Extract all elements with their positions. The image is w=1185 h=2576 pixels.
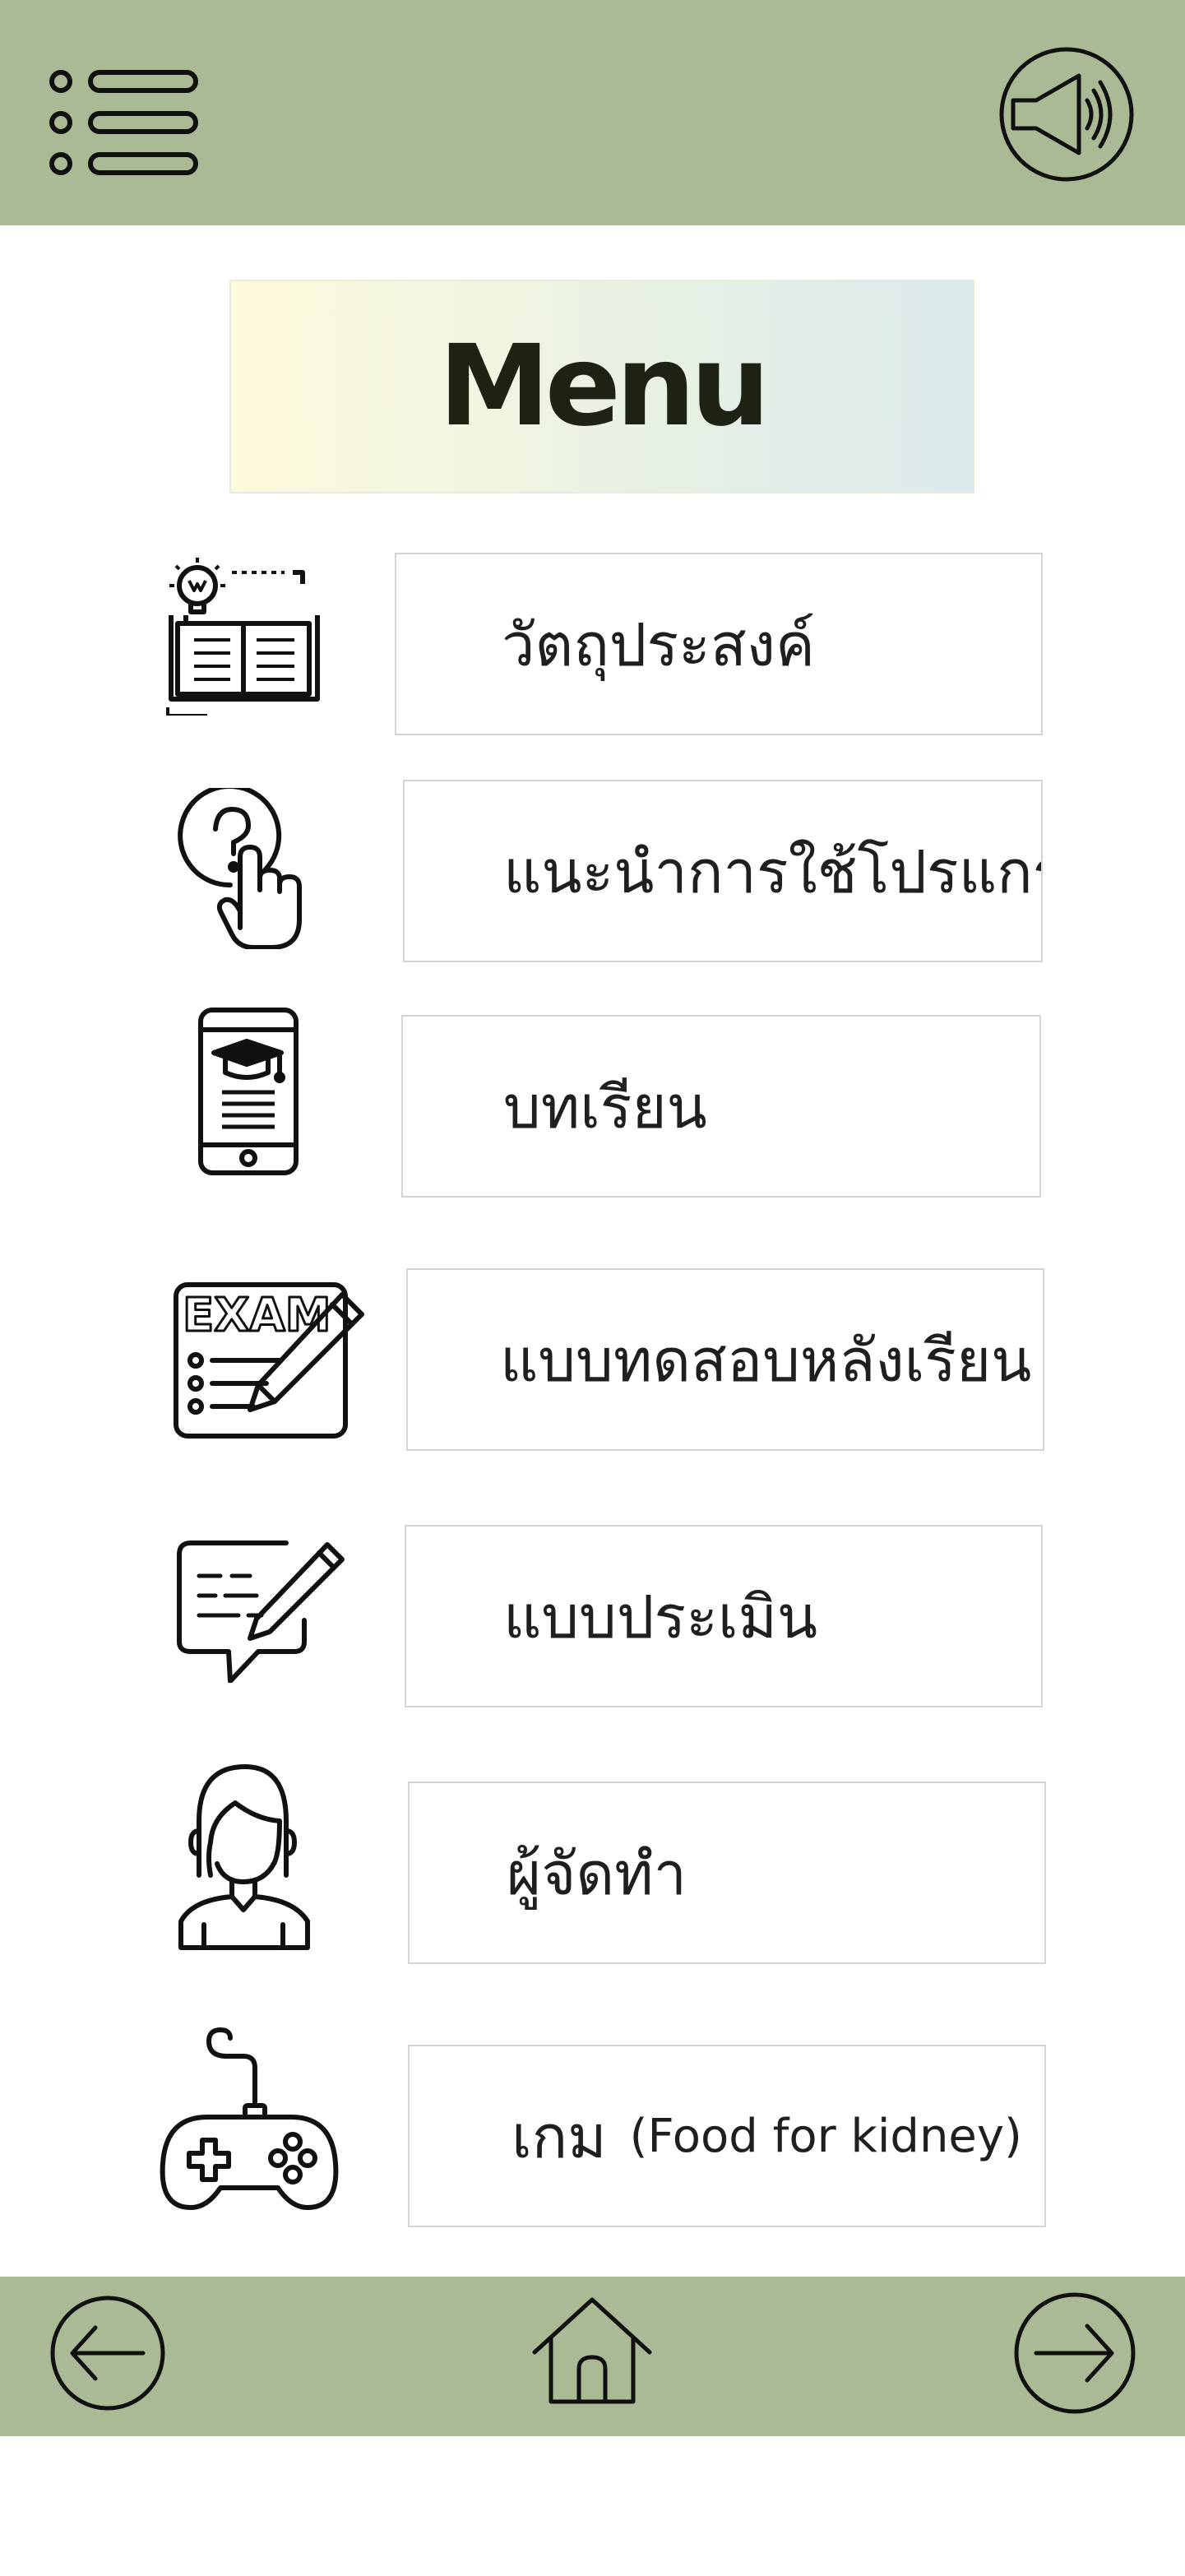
mobile-lesson-icon <box>197 1007 299 1176</box>
menu-item-label: บทเรียน <box>503 1072 707 1142</box>
menu-item-program-guide[interactable]: แนะนำการใช้โปรแกรม <box>403 780 1043 962</box>
objectives-book-icon <box>161 551 327 716</box>
menu-item-objectives[interactable]: วัตถุประสงค์ <box>395 553 1043 735</box>
menu-item-post-test[interactable]: แบบทดสอบหลังเรียน <box>406 1268 1044 1451</box>
menu-item-label: แนะนำการใช้โปรแกรม <box>503 836 1041 906</box>
game-controller-icon <box>158 2027 340 2212</box>
menu-item-sublabel: (Food for kidney) <box>629 2109 1022 2163</box>
menu-item-creators[interactable]: ผู้จัดทำ <box>408 1781 1046 1964</box>
title-panel: Menu <box>229 280 974 493</box>
menu-item-label: เกม <box>511 2101 607 2171</box>
home-icon[interactable] <box>531 2296 653 2405</box>
menu-item-label: แบบทดสอบหลังเรียน <box>500 1325 1032 1395</box>
exam-icon: EXAM <box>171 1280 372 1441</box>
page-title: Menu <box>438 322 770 452</box>
arrow-left-circle-icon[interactable] <box>49 2295 166 2412</box>
menu-item-label: แบบประเมิน <box>503 1582 818 1652</box>
menu-item-label: ผู้จัดทำ <box>507 1838 687 1908</box>
menu-item-game[interactable]: เกม (Food for kidney) <box>408 2045 1046 2227</box>
menu-item-lessons[interactable]: บทเรียน <box>401 1015 1041 1198</box>
arrow-right-circle-icon[interactable] <box>1013 2291 1136 2415</box>
feedback-pencil-icon <box>171 1538 347 1683</box>
svg-text:EXAM: EXAM <box>183 1289 331 1342</box>
help-question-hand-icon <box>178 788 309 949</box>
speaker-icon[interactable] <box>998 46 1135 183</box>
menu-item-evaluation[interactable]: แบบประเมิน <box>405 1525 1043 1707</box>
menu-item-label: วัตถุประสงค์ <box>502 609 816 679</box>
creator-person-icon <box>171 1760 314 1953</box>
menu-list-icon[interactable] <box>46 67 202 178</box>
